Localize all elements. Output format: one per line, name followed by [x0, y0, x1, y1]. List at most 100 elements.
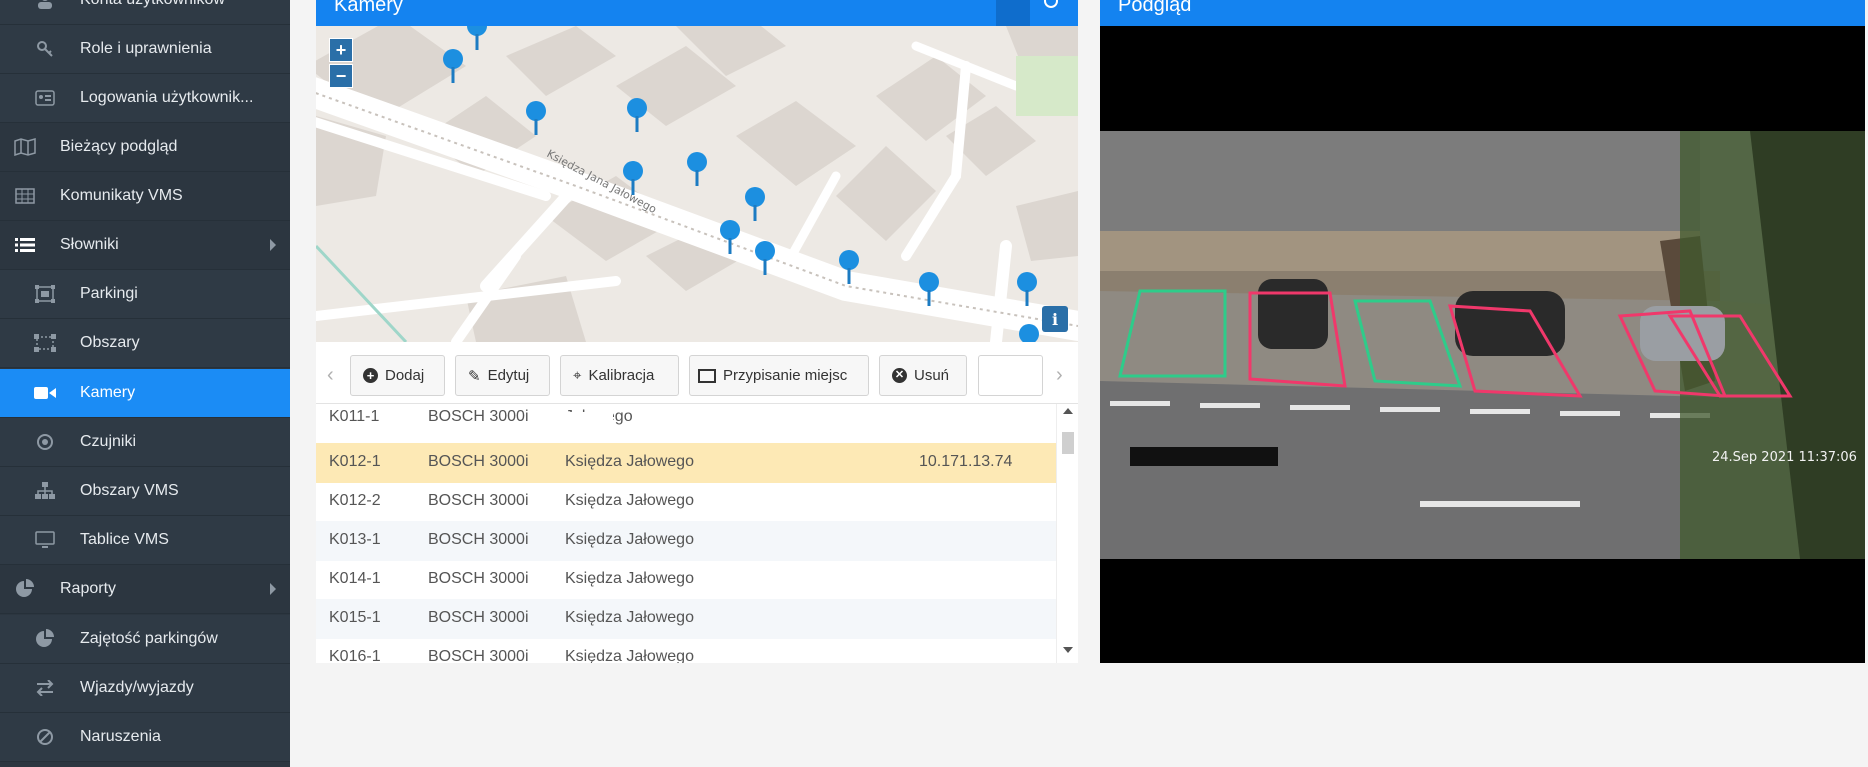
sidebar-item-słowniki[interactable]: Słowniki [0, 221, 290, 270]
table-row[interactable]: K012-2 BOSCH 3000i Księdza Jałowego [316, 482, 1056, 522]
map-tiles: Księdza Jana Jałowego [316, 26, 1078, 342]
delete-button-label: Usuń [914, 367, 950, 384]
object-group-icon [698, 368, 716, 383]
id-card-icon [34, 87, 56, 109]
monitor-icon [34, 529, 56, 551]
sidebar-item-label: Zajętość parkingów [80, 630, 218, 647]
sidebar-item-label: Parkingi [80, 285, 138, 302]
table-row[interactable]: K011-1BOSCH 3000iJałowego [316, 404, 1056, 444]
table-row[interactable]: K013-1 BOSCH 3000i Księdza Jałowego [316, 521, 1056, 561]
redacted-overlay [1130, 447, 1278, 466]
scrollbar-thumb[interactable] [1062, 432, 1074, 454]
scroll-down-icon[interactable] [1063, 647, 1073, 653]
sidebar-item-label: Komunikaty VMS [60, 187, 183, 204]
fullscreen-icon[interactable] [996, 0, 1030, 26]
key-icon [34, 38, 56, 60]
refresh-icon[interactable] [1044, 0, 1058, 8]
sidebar-item-czujniki[interactable]: Czujniki [0, 418, 290, 467]
plus-circle-icon: + [363, 368, 378, 383]
edit-button[interactable]: ✎ Edytuj [455, 355, 550, 396]
zoom-out-button[interactable]: − [329, 64, 353, 88]
toolbar-overflow-button[interactable] [978, 355, 1043, 396]
assign-spots-button-label: Przypisanie miejsc [723, 367, 848, 384]
table-scrollbar[interactable] [1056, 404, 1078, 663]
zoom-in-button[interactable]: + [329, 38, 353, 62]
sidebar-item-obszary-vms[interactable]: Obszary VMS [0, 467, 290, 516]
delete-button[interactable]: ✕ Usuń [879, 355, 967, 396]
sidebar-item-wjazdy-wyjazdy[interactable]: Wjazdy/wyjazdy [0, 664, 290, 713]
camera-toolbar: ‹ + Dodaj ✎ Edytuj ⌖ Kalibracja Przypisa… [316, 342, 1078, 404]
times-circle-icon: ✕ [892, 368, 907, 383]
sidebar-item-label: Logowania użytkownik... [80, 89, 254, 106]
sidebar-item-label: Obszary VMS [80, 482, 179, 499]
camera-model-cell: BOSCH 3000i [428, 648, 529, 663]
table-row[interactable]: K016-1 BOSCH 3000i Księdza Jałowego [316, 638, 1056, 663]
camera-pin-icon [627, 98, 647, 132]
sidebar-item-tablice-vms[interactable]: Tablice VMS [0, 516, 290, 565]
ban-icon [34, 726, 56, 748]
sidebar-item-label: Słowniki [60, 236, 119, 253]
area-icon [34, 332, 56, 354]
user-icon [34, 0, 56, 11]
chevron-right-icon [270, 239, 276, 251]
sidebar-item-bieżący-podgląd[interactable]: Bieżący podgląd [0, 123, 290, 172]
sidebar-item-logowania-użytkownik[interactable]: Logowania użytkownik... [0, 74, 290, 123]
sidebar-item-konta-użytkowników[interactable]: Konta użytkowników [0, 0, 290, 25]
sidebar-item-label: Kamery [80, 384, 136, 401]
edit-button-label: Edytuj [487, 367, 530, 384]
camera-location-cell: Księdza Jałowego [565, 609, 694, 626]
sensor-icon [34, 431, 56, 453]
add-button[interactable]: + Dodaj [350, 355, 445, 396]
camera-pin-icon [687, 152, 707, 186]
exchange-icon [34, 677, 56, 699]
calibrate-button[interactable]: ⌖ Kalibracja [560, 355, 679, 396]
camera-pin-icon [526, 101, 546, 135]
sidebar-item-kamery[interactable]: Kamery [0, 369, 290, 418]
camera-pin-icon [745, 187, 765, 221]
sitemap-icon [34, 480, 56, 502]
camera-location-cell: Księdza Jałowego [565, 531, 694, 548]
table-row[interactable]: K012-1 BOSCH 3000i Księdza Jałowego 10.171.… [316, 443, 1056, 483]
sidebar: Konta użytkowników Role i uprawnienia Logo… [0, 0, 290, 767]
camera-model-cell: BOSCH 3000i [428, 609, 529, 626]
map-info-button[interactable]: i [1042, 306, 1068, 332]
crosshairs-icon: ⌖ [573, 367, 582, 384]
camera-id-cell: K015-1 [329, 609, 381, 626]
camera-feed-image: 24.Sep 2021 11:37:06 [1100, 131, 1865, 559]
camera-location-cell: Księdza Jałowego [565, 492, 694, 509]
table-row[interactable]: K015-1 BOSCH 3000i Księdza Jałowego [316, 599, 1056, 639]
table-icon [14, 185, 36, 207]
masked-text-block [563, 412, 613, 430]
table-row[interactable]: K014-1 BOSCH 3000i Księdza Jałowego [316, 560, 1056, 600]
camera-ip-cell: 10.171.13.74 [919, 453, 1013, 470]
sidebar-item-label: Konta użytkowników [80, 0, 225, 9]
camera-model-cell: BOSCH 3000i [428, 570, 529, 587]
assign-spots-button[interactable]: Przypisanie miejsc [689, 355, 869, 396]
sidebar-item-label: Naruszenia [80, 728, 161, 745]
add-button-label: Dodaj [385, 367, 425, 384]
camera-id-cell: K013-1 [329, 531, 381, 548]
cameras-panel-title: Kamery [334, 0, 403, 16]
sidebar-item-label: Obszary [80, 334, 140, 351]
preview-panel-header: Podgląd [1100, 0, 1865, 26]
pie-chart-icon [14, 578, 36, 600]
sidebar-item-komunikaty-vms[interactable]: Komunikaty VMS [0, 172, 290, 221]
scroll-up-icon[interactable] [1063, 408, 1073, 414]
sidebar-item-parkingi[interactable]: Parkingi [0, 270, 290, 319]
sidebar-item-zajętość-parkingów[interactable]: Zajętość parkingów [0, 615, 290, 664]
camera-id-cell: K011-1 [329, 408, 380, 425]
sidebar-item-label: Role i uprawnienia [80, 40, 212, 57]
pie-chart-icon [34, 628, 56, 650]
list-icon [14, 234, 36, 256]
map-icon [14, 136, 36, 158]
sidebar-item-label: Wjazdy/wyjazdy [80, 679, 194, 696]
sidebar-item-role-i-uprawnienia[interactable]: Role i uprawnienia [0, 25, 290, 74]
sidebar-item-obszary[interactable]: Obszary [0, 319, 290, 368]
pencil-icon: ✎ [468, 367, 481, 385]
camera-map[interactable]: Księdza Jana Jałowego + − i [316, 26, 1078, 342]
sidebar-item-label: Raporty [60, 580, 117, 597]
toolbar-scroll-right-icon[interactable]: › [1056, 364, 1063, 387]
sidebar-item-naruszenia[interactable]: Naruszenia [0, 713, 290, 762]
sidebar-item-raporty[interactable]: Raporty [0, 565, 290, 614]
toolbar-scroll-left-icon[interactable]: ‹ [327, 364, 334, 387]
